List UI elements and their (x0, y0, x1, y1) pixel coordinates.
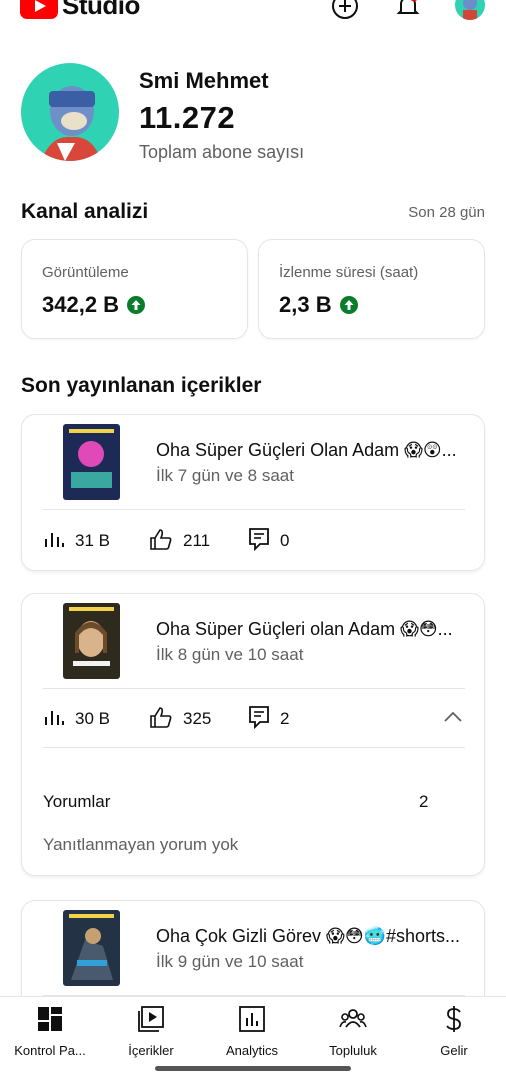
comments-total: 2 (419, 792, 429, 811)
video-thumbnail[interactable] (63, 424, 120, 500)
chevron-up-icon[interactable] (443, 710, 463, 728)
thumbs-up-icon (149, 528, 173, 555)
comment-icon (248, 705, 270, 734)
subscriber-count: 11.272 (139, 100, 236, 135)
unanswered-comments-text: Yanıtlanmayan yorum yok (43, 835, 239, 854)
likes-stat: 325 (149, 706, 211, 733)
nav-label: Topluluk (329, 1043, 377, 1058)
divider (43, 688, 465, 689)
nav-label: Analytics (225, 1043, 279, 1058)
comment-icon (248, 527, 270, 556)
video-stats: 31 B 211 0 (43, 527, 463, 556)
video-subtitle: İlk 9 gün ve 10 saat (156, 952, 304, 971)
youtube-play-icon (20, 0, 58, 19)
comments-stat: 2 (248, 705, 289, 734)
views-value-row: 342,2 B (42, 292, 146, 318)
comments-count: 2 (280, 709, 290, 728)
logo-text: Studio (62, 0, 140, 20)
trend-up-icon (127, 296, 146, 314)
video-title: Oha Süper Güçleri Olan Adam 😱😲... (156, 440, 457, 460)
thumbs-up-icon (149, 706, 173, 733)
bar-chart-icon (43, 529, 65, 554)
likes-count: 211 (183, 531, 211, 550)
studio-logo[interactable]: Studio (20, 0, 140, 21)
video-title: Oha Süper Güçleri olan Adam 😱😳... (156, 619, 453, 639)
nav-item-earn[interactable]: Gelir (404, 1005, 504, 1058)
watch-time-card[interactable]: İzlenme süresi (saat) 2,3 B (258, 239, 485, 339)
video-stats: 30 B 325 2 (43, 705, 463, 734)
trend-up-icon (339, 296, 358, 314)
content-card[interactable]: Oha Süper Güçleri olan Adam 😱😳... İlk 8 … (21, 593, 485, 876)
account-avatar[interactable] (455, 0, 485, 20)
watch-time-value-row: 2,3 B (279, 292, 358, 318)
divider (43, 747, 465, 748)
watch-time-value: 2,3 B (279, 292, 332, 317)
content-card[interactable]: Oha Çok Gizli Görev 😱😳🥶#shorts... İlk 9 … (21, 900, 485, 1010)
nav-label: Kontrol Pa... (14, 1043, 86, 1058)
channel-avatar[interactable] (21, 63, 119, 161)
channel-analytics-title: Kanal analizi (21, 200, 149, 223)
views-count: 31 B (75, 531, 110, 550)
content-icon (138, 1005, 164, 1033)
analytics-icon (239, 1005, 265, 1033)
nav-label: İçerikler (128, 1043, 174, 1058)
video-subtitle: İlk 7 gün ve 8 saat (156, 466, 294, 485)
nav-item-content[interactable]: İçerikler (101, 1005, 201, 1058)
views-stat: 30 B (43, 707, 110, 732)
community-icon (339, 1005, 367, 1033)
likes-stat: 211 (149, 528, 210, 555)
comments-label: Yorumlar (43, 792, 111, 811)
views-value: 342,2 B (42, 292, 120, 317)
top-app-bar: Studio (0, 0, 506, 30)
watch-time-label: İzlenme süresi (saat) (279, 264, 419, 281)
video-thumbnail[interactable] (63, 910, 120, 986)
likes-count: 325 (183, 709, 212, 728)
video-thumbnail[interactable] (63, 603, 120, 679)
nav-label: Gelir (440, 1043, 468, 1058)
dollar-icon (444, 1005, 464, 1033)
comments-stat: 0 (248, 527, 289, 556)
nav-item-community[interactable]: Topluluk (303, 1005, 403, 1058)
recent-content-title: Son yayınlanan içerikler (21, 374, 262, 397)
analytics-period: Son 28 gün (408, 204, 485, 221)
nav-item-dashboard[interactable]: Kontrol Pa... (0, 1005, 100, 1058)
views-count: 30 B (75, 709, 110, 728)
nav-item-analytics[interactable]: Analytics (202, 1005, 302, 1058)
views-label: Görüntüleme (42, 264, 129, 281)
content-card[interactable]: Oha Süper Güçleri Olan Adam 😱😲... İlk 7 … (21, 414, 485, 571)
channel-name: Smi Mehmet (139, 68, 269, 93)
home-indicator (155, 1066, 351, 1071)
video-subtitle: İlk 8 gün ve 10 saat (156, 645, 304, 664)
views-stat: 31 B (43, 529, 110, 554)
video-title: Oha Çok Gizli Görev 😱😳🥶#shorts... (156, 926, 461, 946)
divider (43, 509, 465, 510)
bell-icon[interactable] (394, 0, 422, 20)
subscriber-label: Toplam abone sayısı (139, 142, 305, 162)
comments-count: 0 (280, 531, 290, 550)
views-card[interactable]: Görüntüleme 342,2 B (21, 239, 248, 339)
dashboard-icon (37, 1005, 63, 1033)
bar-chart-icon (43, 707, 65, 732)
create-plus-icon[interactable] (331, 0, 359, 20)
